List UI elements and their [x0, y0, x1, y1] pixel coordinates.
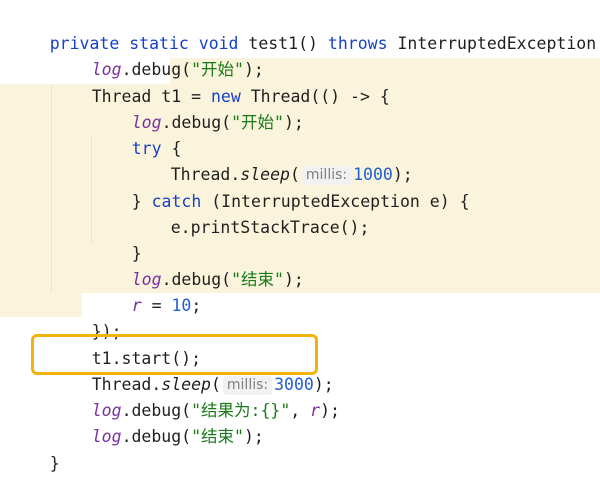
code-line-11[interactable]: r = 10; [92, 267, 202, 315]
operator-token: = [141, 296, 172, 315]
keyword-token: throws [327, 34, 388, 53]
code-line-8[interactable]: e.printStackTrace(); [131, 189, 370, 237]
code-line-7[interactable]: } catch (InterruptedException e) { [92, 163, 470, 211]
string-token: "结束" [191, 427, 244, 446]
punct-token: ); [283, 113, 304, 132]
code-line-2[interactable]: log.debug("开始"); [52, 31, 264, 79]
code-line-16[interactable]: log.debug("结束"); [52, 398, 264, 446]
code-line-15[interactable]: log.debug("结果为:{}", r); [52, 372, 340, 420]
code-line-10[interactable]: log.debug("结束"); [92, 241, 304, 289]
punct-token: , [290, 401, 311, 420]
code-line-12[interactable]: }); [52, 293, 122, 341]
field-token: log [91, 427, 122, 446]
string-token: "开始" [231, 113, 284, 132]
code-line-4[interactable]: log.debug("开始"); [92, 84, 304, 132]
call-token: e.printStackTrace(); [170, 218, 370, 237]
exception-type-token: InterruptedException { [387, 34, 600, 53]
field-token: r [310, 401, 321, 420]
code-line-1[interactable]: private static void test1() throws Inter… [10, 5, 600, 53]
punct-token: } [49, 454, 60, 473]
code-line-17[interactable]: } [10, 425, 60, 473]
punct-token: ); [243, 427, 264, 446]
number-token: 10 [171, 296, 192, 315]
code-line-3[interactable]: Thread t1 = new Thread(() -> { [52, 58, 390, 106]
annotation-highlight-box [31, 334, 318, 375]
code-editor[interactable]: private static void test1() throws Inter… [0, 0, 600, 473]
field-token: r [131, 296, 142, 315]
punct-token: ; [191, 296, 202, 315]
punct-token: ); [283, 270, 304, 289]
code-line-6[interactable]: Thread.sleep(millis: 1000); [131, 136, 413, 185]
string-token: "结束" [231, 270, 284, 289]
code-line-5[interactable]: try { [92, 110, 182, 158]
call-token: .debug( [121, 427, 192, 446]
punct-token: ); [320, 401, 340, 420]
code-line-9[interactable]: } [92, 215, 142, 263]
